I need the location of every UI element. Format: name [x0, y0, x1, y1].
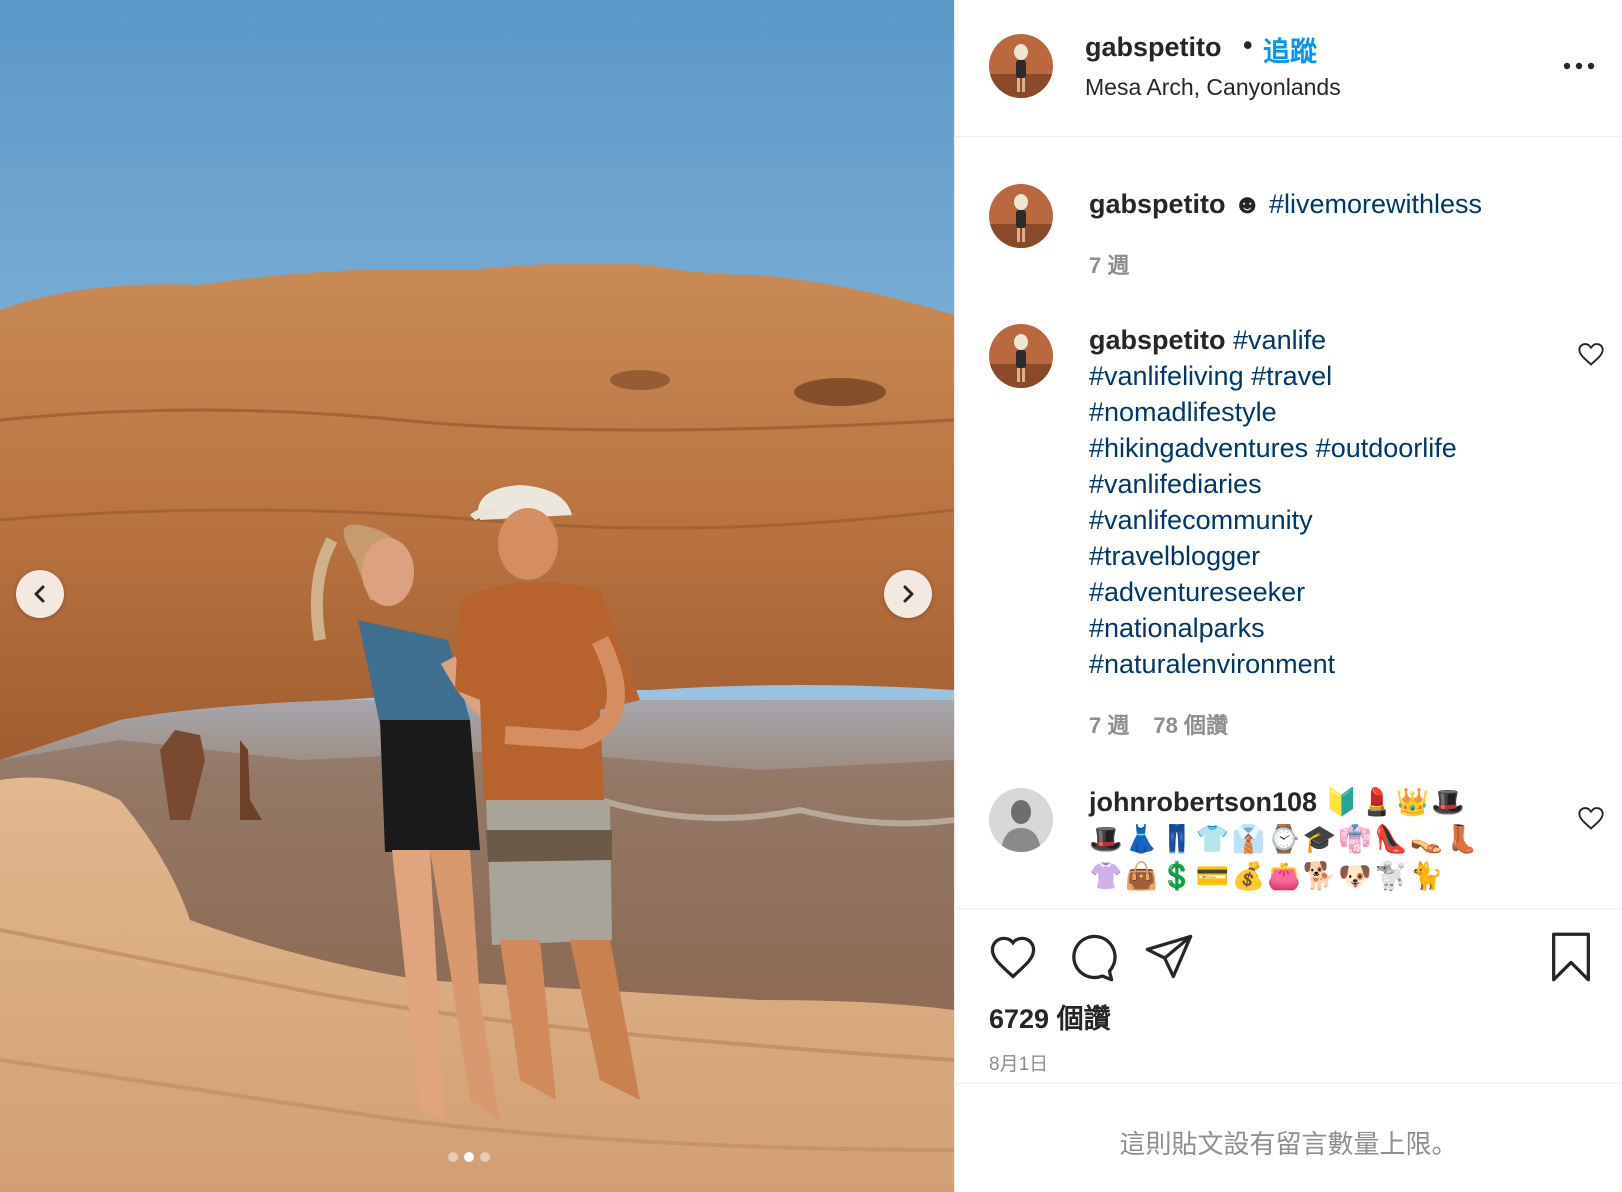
hashtag-link[interactable]: #travelblogger — [1089, 541, 1260, 571]
comment-item: johnrobertson108 🔰💄👑🎩 🎩👗👖👕👔⌚🎓👘👠👡👢 👚👜💲💳💰👛… — [989, 787, 1604, 898]
post-header: gabspetito • 追蹤 Mesa Arch, Canyonlands — [955, 0, 1622, 137]
caption-username[interactable]: gabspetito — [1089, 189, 1226, 219]
carousel-dot — [480, 1152, 490, 1162]
hashtag-link[interactable]: #adventureseeker — [1089, 577, 1305, 607]
post-actions: 6729 個讚 8月1日 — [955, 908, 1622, 1084]
carousel-prev-button[interactable] — [16, 570, 64, 618]
comment-username[interactable]: johnrobertson108 — [1089, 787, 1317, 817]
avatar-image — [989, 184, 1053, 248]
follow-button[interactable]: 追蹤 — [1263, 30, 1317, 69]
avatar-image — [989, 788, 1053, 852]
chevron-right-icon — [903, 585, 914, 603]
avatar-image — [989, 34, 1053, 98]
carousel-dot-active — [464, 1152, 474, 1162]
comment-meta: 7 週 78 個讚 — [1089, 708, 1252, 740]
carousel-next-button[interactable] — [884, 570, 932, 618]
comment-username[interactable]: gabspetito — [1089, 325, 1226, 355]
post-location[interactable]: Mesa Arch, Canyonlands — [1085, 74, 1341, 101]
hashtag-link[interactable]: #vanlifeliving — [1089, 361, 1244, 391]
caption-text: gabspetito ☻ #livemorewithless — [1089, 186, 1589, 222]
comment-emoji-line: 🔰💄👑🎩 — [1324, 787, 1468, 818]
hashtag-link[interactable]: #travel — [1251, 361, 1332, 391]
comment-time[interactable]: 7 週 — [1089, 713, 1129, 738]
comments-limited-notice: 這則貼文設有留言數量上限。 — [1119, 1129, 1458, 1159]
carousel-indicator — [448, 1152, 490, 1162]
heart-icon[interactable] — [1577, 340, 1605, 368]
hashtag-link[interactable]: #nomadlifestyle — [1089, 397, 1277, 427]
hashtag-link[interactable]: #vanlife — [1233, 325, 1326, 355]
hashtag-link[interactable]: #livemorewithless — [1269, 189, 1482, 219]
comment-icon[interactable] — [1065, 931, 1117, 983]
hashtag-link[interactable]: #nationalparks — [1089, 613, 1265, 643]
hashtag-link[interactable]: #naturalenvironment — [1089, 649, 1335, 679]
more-options-button[interactable] — [1559, 54, 1599, 78]
heart-icon[interactable] — [987, 931, 1039, 983]
avatar[interactable] — [989, 34, 1053, 98]
avatar[interactable] — [989, 788, 1053, 852]
post-caption: gabspetito ☻ #livemorewithless 7 週 — [989, 184, 1599, 284]
avatar-image — [989, 324, 1053, 388]
hashtag-link[interactable]: #hikingadventures — [1089, 433, 1308, 463]
like-count[interactable]: 6729 個讚 — [989, 997, 1111, 1036]
hashtag-link[interactable]: #vanlifecommunity — [1089, 505, 1313, 535]
share-icon[interactable] — [1143, 931, 1195, 983]
caption-meta: 7 週 — [1089, 248, 1153, 280]
caption-time[interactable]: 7 週 — [1089, 253, 1129, 278]
photo-scene — [0, 0, 954, 1192]
avatar[interactable] — [989, 184, 1053, 248]
post-photo[interactable] — [0, 0, 954, 1192]
comment-like-count[interactable]: 78 個讚 — [1153, 713, 1228, 738]
bookmark-icon[interactable] — [1545, 931, 1597, 983]
comment-text: johnrobertson108 🔰💄👑🎩 🎩👗👖👕👔⌚🎓👘👠👡👢 👚👜💲💳💰👛… — [1089, 784, 1519, 895]
heart-icon[interactable] — [1577, 804, 1605, 832]
post-date[interactable]: 8月1日 — [989, 1049, 1048, 1076]
comment-emoji-line: 🎩👗👖👕👔⌚🎓👘👠👡👢 — [1089, 824, 1481, 855]
comment-item: gabspetito #vanlife #vanlifeliving #trav… — [989, 322, 1604, 744]
comment-text: gabspetito #vanlife #vanlifeliving #trav… — [1089, 322, 1529, 682]
chevron-left-icon — [34, 585, 45, 603]
comment-emoji-line: 👚👜💲💳💰👛🐕🐶🐩🐈 — [1089, 861, 1446, 892]
avatar[interactable] — [989, 324, 1053, 388]
separator-dot: • — [1243, 30, 1253, 60]
post-side-panel: gabspetito • 追蹤 Mesa Arch, Canyonlands g… — [954, 0, 1622, 1192]
hashtag-link[interactable]: #vanlifediaries — [1089, 469, 1262, 499]
hashtag-link[interactable]: #outdoorlife — [1316, 433, 1457, 463]
more-icon — [1563, 62, 1595, 70]
caption-emoji: ☻ — [1233, 189, 1262, 219]
carousel-dot — [448, 1152, 458, 1162]
post-author-username[interactable]: gabspetito — [1085, 32, 1222, 63]
